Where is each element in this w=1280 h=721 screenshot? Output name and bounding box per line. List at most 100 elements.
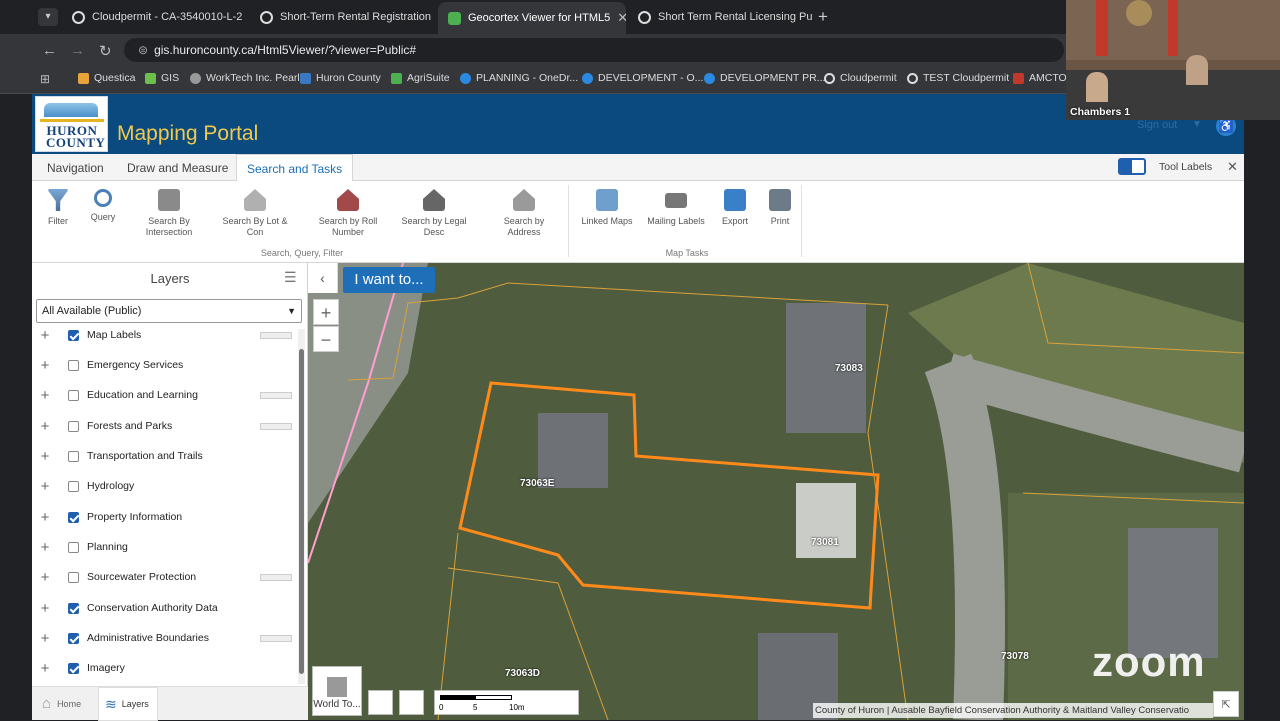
bookmark-development-pr[interactable]: DEVELOPMENT PR... (704, 72, 825, 84)
expand-icon[interactable]: + (32, 539, 58, 556)
close-icon[interactable]: ✕ (617, 10, 626, 26)
home-tab[interactable]: ⌂ Home (42, 695, 81, 712)
layer-item-administrative-boundaries[interactable]: + Administrative Boundaries (32, 623, 302, 653)
layer-item-sourcewater-protection[interactable]: + Sourcewater Protection (32, 562, 302, 592)
search-by-roll-number-button[interactable]: Search by Roll Number (313, 189, 383, 238)
linked-maps-button[interactable]: Linked Maps (572, 189, 642, 227)
bookmark-agrisuite[interactable]: AgriSuite (391, 72, 450, 84)
expand-icon[interactable]: + (32, 327, 58, 344)
layers-tab[interactable]: ≋ Layers (98, 687, 158, 721)
reload-icon[interactable]: ↻ (99, 42, 112, 60)
basemap-thumbnail-2[interactable] (399, 690, 424, 715)
search-by-address-button[interactable]: Search by Address (489, 189, 559, 238)
tool-labels-toggle[interactable] (1118, 158, 1146, 175)
scale-label-0: 0 (439, 703, 444, 712)
i-want-to-button[interactable]: I want to... (343, 267, 435, 293)
zoom-out-button[interactable]: − (313, 326, 339, 352)
expand-icon[interactable]: + (32, 418, 58, 435)
layers-scrollbar[interactable] (298, 329, 305, 684)
browser-tab-geocortex[interactable]: Geocortex Viewer for HTML5 ✕ (438, 2, 626, 34)
transparency-slider[interactable] (260, 331, 292, 339)
layer-item-forests-and-parks[interactable]: + Forests and Parks (32, 411, 302, 441)
basemap-thumbnail-1[interactable] (368, 690, 393, 715)
transparency-slider[interactable] (260, 634, 292, 642)
expand-icon[interactable]: + (32, 600, 58, 617)
participant-name: Chambers 1 (1070, 106, 1131, 118)
expand-icon[interactable]: + (32, 509, 58, 526)
browser-tab-registration[interactable]: Short-Term Rental Registration✕ (250, 4, 435, 30)
forward-arrow-icon[interactable]: → (70, 42, 85, 59)
transparency-slider[interactable] (260, 391, 292, 399)
layer-item-conservation-authority-data[interactable]: + Conservation Authority Data (32, 593, 302, 623)
url-field[interactable]: ⊜ gis.huroncounty.ca/Html5Viewer/?viewer=… (124, 38, 1064, 62)
layer-checkbox[interactable] (68, 480, 79, 492)
transparency-slider[interactable] (260, 422, 292, 430)
search-by-legal-desc-button[interactable]: Search by Legal Desc (399, 189, 469, 238)
zoom-in-button[interactable]: + (313, 299, 339, 325)
layer-checkbox[interactable] (68, 541, 79, 553)
layer-item-property-information[interactable]: + Property Information (32, 502, 302, 532)
layer-checkbox[interactable] (68, 571, 79, 583)
browser-tab-cloudpermit[interactable]: Cloudpermit - CA-3540010-L-2✕ (62, 4, 247, 30)
bookmark-planning[interactable]: PLANNING - OneDr... (460, 72, 578, 84)
layer-item-hydrology[interactable]: + Hydrology (32, 471, 302, 501)
tab-list-button[interactable]: ▾ (38, 8, 58, 26)
layer-checkbox[interactable] (68, 359, 79, 371)
bookmark-amcto[interactable]: AMCTO (1013, 72, 1067, 84)
scrollbar-thumb[interactable] (299, 349, 304, 674)
layers-dropdown[interactable]: All Available (Public) ▼ (36, 299, 302, 323)
bookmark-development-o[interactable]: DEVELOPMENT - O... (582, 72, 703, 84)
close-icon[interactable]: ✕ (1227, 159, 1238, 175)
layer-item-emergency-services[interactable]: + Emergency Services (32, 350, 302, 380)
bookmark-huron-county[interactable]: Huron County (300, 72, 381, 84)
map-view[interactable]: 73083 73063E 73081 73063D 73078 ‹ I want… (308, 263, 1244, 720)
layers-menu-icon[interactable]: ☰ (284, 269, 297, 286)
tab-draw-and-measure[interactable]: Draw and Measure (117, 154, 238, 181)
layer-item-transportation-and-trails[interactable]: + Transportation and Trails (32, 441, 302, 471)
back-arrow-icon[interactable]: ← (42, 42, 57, 59)
collapse-panel-button[interactable]: ‹ (308, 263, 338, 293)
browser-tab-licensing[interactable]: Short Term Rental Licensing Pu✕ (628, 4, 813, 30)
tab-search-and-tasks[interactable]: Search and Tasks (236, 154, 354, 182)
bookmark-questica[interactable]: Questica (78, 72, 135, 84)
layer-checkbox[interactable] (68, 511, 79, 523)
layer-checkbox[interactable] (68, 632, 79, 644)
group-label-map-tasks: Map Tasks (665, 248, 709, 258)
query-button[interactable]: Query (68, 189, 138, 223)
bookmark-gis[interactable]: GIS (145, 72, 179, 84)
layer-checkbox[interactable] (68, 329, 79, 341)
expand-attribution-icon[interactable]: ⇱ (1213, 691, 1239, 717)
expand-icon[interactable]: + (32, 387, 58, 404)
layer-checkbox[interactable] (68, 389, 79, 401)
expand-icon[interactable]: + (32, 630, 58, 647)
basemap-switcher[interactable]: World To... (312, 666, 362, 716)
print-button[interactable]: Print (745, 189, 815, 227)
chevron-down-icon[interactable]: ▼ (1192, 119, 1202, 130)
search-by-lot-con-button[interactable]: Search By Lot & Con (220, 189, 290, 238)
layer-checkbox[interactable] (68, 420, 79, 432)
expand-icon[interactable]: + (32, 569, 58, 586)
new-tab-button[interactable]: + (818, 7, 828, 27)
layer-item-imagery[interactable]: + Imagery (32, 653, 302, 683)
layer-item-planning[interactable]: + Planning (32, 532, 302, 562)
sign-out-link[interactable]: Sign out (1137, 119, 1177, 131)
zoom-video-thumbnail[interactable]: Chambers 1 (1066, 0, 1280, 120)
expand-icon[interactable]: + (32, 660, 58, 677)
layer-checkbox[interactable] (68, 450, 79, 462)
layer-checkbox[interactable] (68, 602, 79, 614)
bookmark-test-cloudpermit[interactable]: TEST Cloudpermit (907, 72, 1009, 84)
transparency-slider[interactable] (260, 573, 292, 581)
apps-grid-icon[interactable]: ⊞ (40, 72, 50, 86)
site-info-icon[interactable]: ⊜ (138, 43, 148, 57)
layer-item-map-labels[interactable]: + Map Labels (32, 325, 302, 350)
bookmark-cloudpermit[interactable]: Cloudpermit (824, 72, 897, 84)
huron-county-logo[interactable]: HURON COUNTY (35, 96, 108, 152)
bookmark-worktech[interactable]: WorkTech Inc. Pearl (190, 72, 300, 84)
layer-item-education-and-learning[interactable]: + Education and Learning (32, 380, 302, 410)
expand-icon[interactable]: + (32, 448, 58, 465)
tab-navigation[interactable]: Navigation (37, 154, 114, 181)
layer-checkbox[interactable] (68, 662, 79, 674)
search-by-intersection-button[interactable]: Search By Intersection (134, 189, 204, 238)
expand-icon[interactable]: + (32, 357, 58, 374)
expand-icon[interactable]: + (32, 478, 58, 495)
